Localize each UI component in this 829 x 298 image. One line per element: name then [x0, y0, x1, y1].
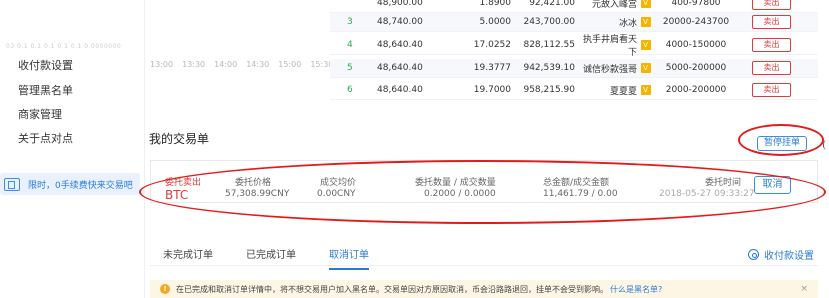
amount: 19.3777	[473, 63, 511, 73]
rank: 5	[347, 63, 353, 73]
tabs-divider	[150, 265, 818, 266]
close-icon[interactable]: ×	[800, 284, 808, 294]
sidebar-item-blacklist[interactable]: 管理黑名单	[18, 82, 73, 98]
time-tick: 14:30	[246, 60, 270, 69]
sidebar-item-merchant[interactable]: 商家管理	[18, 106, 62, 122]
price-value: 57,308.99CNY	[225, 189, 290, 199]
limit-range: 5000-200000	[665, 63, 727, 73]
merchant-name[interactable]: 夏夏夏	[575, 84, 637, 97]
my-trades-title: 我的交易单	[149, 132, 210, 146]
table-row: 3 48,740.00 5.0000 243,700.00 冰冰 V 20000…	[330, 13, 818, 32]
coin-label: BTC	[165, 188, 189, 202]
price: 48,640.40	[377, 40, 423, 50]
amount: 17.0252	[473, 40, 511, 50]
sell-button[interactable]: 卖出	[752, 38, 791, 52]
table-row: 6 48,640.40 19.7000 958,215.90 夏夏夏 V 200…	[330, 81, 818, 100]
verified-badge-icon: V	[640, 85, 651, 95]
payment-settings-link[interactable]: 收付款设置	[748, 247, 814, 262]
amount: 19.7000	[473, 85, 511, 95]
promo-icon	[4, 177, 20, 191]
price: 48,640.40	[377, 85, 423, 95]
notice-text: 在已完成和取消订单详情中，将不想交易用户加入黑名单。交易单因对方原因取消，币会沿…	[176, 284, 608, 294]
time-tick: 13:00	[150, 60, 174, 69]
amount: 5.0000	[479, 17, 512, 27]
rank: 4	[347, 40, 353, 50]
total: 942,539.10	[523, 63, 575, 73]
verified-badge-icon: V	[640, 40, 651, 50]
time-value: 2018-05-27 09:33:27	[659, 189, 755, 199]
price-header: 委托价格	[235, 178, 272, 188]
amount-header: 总金额/成交金额	[543, 178, 610, 188]
trade-card: 委托卖出 BTC 委托价格 57,308.99CNY 成交均价 0.00CNY …	[150, 160, 818, 203]
table-row: 4 48,640.40 17.0252 828,112.55 执手井肩看天下 V…	[330, 35, 818, 58]
amount: 1.8900	[479, 0, 512, 8]
rank: 6	[347, 85, 353, 95]
merchant-name[interactable]: 元故入峰宫	[575, 0, 637, 10]
sidebar-faint-text: 03 0.1 0.1 0.1 0.1 0.1 0.0000000	[6, 43, 122, 50]
tab-completed-orders[interactable]: 已完成订单	[246, 246, 296, 270]
promo-banner[interactable]: 限时，0手续费快来交易吧	[0, 173, 140, 195]
tab-cancelled-orders[interactable]: 取消订单	[329, 246, 369, 270]
chart-time-axis: 13:00 13:30 14:00 14:30 15:00 15:30	[150, 60, 333, 69]
sell-button[interactable]: 卖出	[752, 61, 791, 75]
warning-icon: !	[160, 284, 170, 294]
verified-badge-icon: V	[640, 0, 651, 8]
verified-badge-icon: V	[640, 63, 651, 73]
verified-badge-icon: V	[640, 17, 651, 27]
rank: 3	[347, 17, 353, 27]
sidebar-item-about-p2p[interactable]: 关于点对点	[18, 130, 73, 146]
blacklist-help-link[interactable]: 什么是黑名单?	[610, 284, 662, 295]
time-tick: 15:00	[278, 60, 302, 69]
pause-listing-button[interactable]: 暂停挂单	[757, 136, 807, 151]
merchant-name[interactable]: 诚信秒款强哥	[575, 62, 637, 75]
total: 243,700.00	[523, 17, 575, 27]
cancel-order-button[interactable]: 取消	[754, 176, 791, 194]
payment-settings-label: 收付款设置	[764, 251, 814, 262]
limit-range: 2000-200000	[665, 85, 727, 95]
sidebar: 03 0.1 0.1 0.1 0.1 0.1 0.0000000 收付款设置 管…	[0, 0, 145, 298]
total: 828,112.55	[523, 40, 575, 50]
price: 48,640.40	[377, 63, 423, 73]
time-tick: 13:30	[182, 60, 206, 69]
avg-value: 0.00CNY	[317, 189, 356, 199]
sell-button[interactable]: 卖出	[752, 0, 791, 10]
price: 48,740.00	[377, 17, 423, 27]
merchant-name[interactable]: 冰冰	[575, 16, 637, 29]
tab-pending-orders[interactable]: 未完成订单	[163, 246, 213, 270]
merchant-name[interactable]: 执手井肩看天下	[575, 32, 637, 58]
sell-button[interactable]: 卖出	[752, 15, 791, 29]
table-row: 5 48,640.40 19.3777 942,539.10 诚信秒款强哥 V …	[330, 59, 818, 78]
qty-value: 0.2000 / 0.0000	[424, 189, 496, 199]
qty-header: 委托数量 / 成交数量	[415, 178, 496, 188]
gear-icon	[748, 249, 759, 260]
side-header: 委托卖出	[165, 178, 202, 188]
notice-bar: ! 在已完成和取消订单详情中，将不想交易用户加入黑名单。交易单因对方原因取消，币…	[150, 280, 818, 298]
limit-range: 20000-243700	[662, 17, 730, 27]
total: 958,215.90	[523, 85, 575, 95]
sell-button[interactable]: 卖出	[752, 83, 791, 97]
annotation-edge-mark	[823, 140, 829, 150]
avg-header: 成交均价	[320, 178, 357, 188]
table-row: 48,900.00 1.8900 92,421.00 元故入峰宫 V 400-9…	[330, 0, 818, 13]
time-tick: 14:00	[214, 60, 238, 69]
limit-range: 400-97800	[671, 0, 721, 8]
total: 92,421.00	[529, 0, 575, 8]
amount-value: 11,461.79 / 0.00	[543, 189, 618, 199]
time-header: 委托时间	[705, 178, 742, 188]
sidebar-item-payment-settings[interactable]: 收付款设置	[18, 57, 73, 73]
order-tabs: 未完成订单 已完成订单 取消订单	[163, 246, 402, 270]
limit-range: 4000-150000	[665, 40, 727, 50]
price: 48,900.00	[377, 0, 423, 8]
promo-text: 限时，0手续费快来交易吧	[28, 180, 133, 191]
